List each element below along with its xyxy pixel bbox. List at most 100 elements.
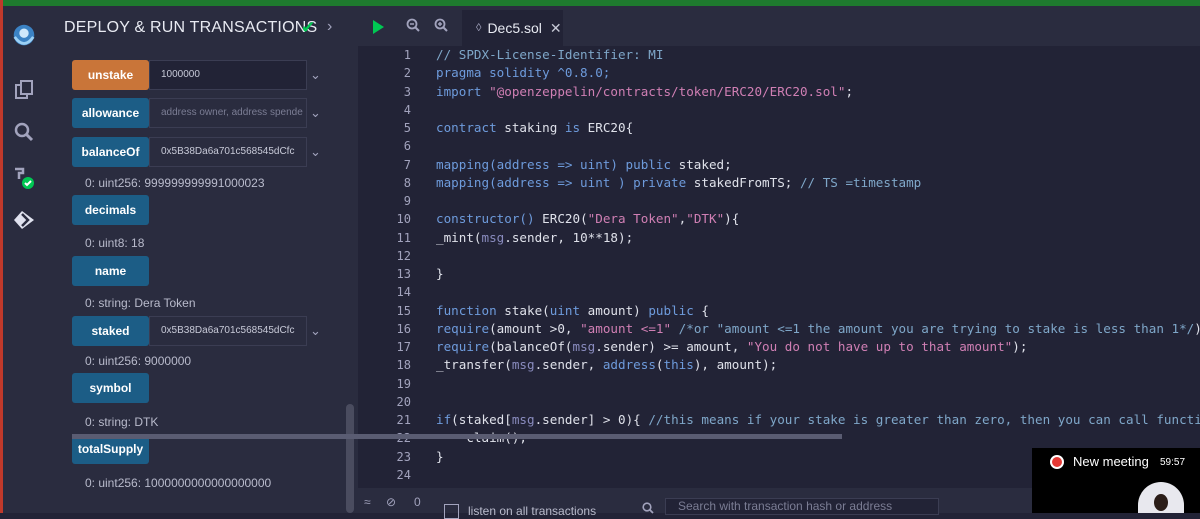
tab-dec5-sol[interactable]: ◊ Dec5.sol ✕ xyxy=(462,10,563,46)
code-token: require xyxy=(436,339,490,354)
chevron-down-icon[interactable]: ⌄ xyxy=(310,105,326,121)
code-line[interactable]: 20 xyxy=(358,393,1200,411)
code-token: msg xyxy=(481,229,505,245)
decimals-button[interactable]: decimals xyxy=(72,195,149,225)
line-number: 8 xyxy=(403,175,411,190)
code-token: // SPDX-License-Identifier: MI xyxy=(436,47,664,62)
totalsupply-output: 0: uint256: 1000000000000000000 xyxy=(85,476,272,490)
code-line[interactable]: 8 mapping(address => uint ) private stake… xyxy=(358,174,1200,192)
code-line[interactable]: 14 xyxy=(358,283,1200,301)
code-text: function stake(uint amount) public { xyxy=(436,302,709,320)
record-icon xyxy=(1050,455,1064,469)
code-line[interactable]: 4 xyxy=(358,101,1200,119)
code-line[interactable]: 18 _transfer(msg.sender, address(this), a… xyxy=(358,356,1200,374)
code-token: public xyxy=(648,302,702,318)
balanceof-output: 0: uint256: 999999999991000023 xyxy=(85,176,265,190)
line-number: 13 xyxy=(396,267,411,281)
code-line[interactable]: 21 if(staked[msg.sender] > 0){ //this mea… xyxy=(358,411,1200,429)
code-token: ; xyxy=(845,83,854,99)
code-token: "You do not have up to that amount" xyxy=(746,339,1013,354)
code-line[interactable]: 3 import "@openzeppelin/contracts/token/E… xyxy=(358,83,1200,101)
line-number: 3 xyxy=(403,84,411,99)
code-text: } xyxy=(436,448,444,466)
code-text: mapping(address => uint ) private staked… xyxy=(436,174,921,192)
staked-input[interactable]: 0x5B38Da6a701c568545dCfc xyxy=(149,316,307,346)
search-icon[interactable] xyxy=(10,118,38,146)
code-line[interactable]: 13} xyxy=(358,265,1200,283)
line-number: 21 xyxy=(396,413,411,427)
editor-horizontal-scrollbar[interactable] xyxy=(72,434,842,439)
code-line[interactable]: 17 require(balanceOf(msg.sender) >= amoun… xyxy=(358,338,1200,356)
file-explorer-icon[interactable] xyxy=(10,76,38,104)
code-text: // SPDX-License-Identifier: MI xyxy=(436,46,663,64)
code-line[interactable]: 15 function stake(uint amount) public { xyxy=(358,302,1200,320)
code-line[interactable]: 16 require(amount >0, "amount <=1" /*or "… xyxy=(358,320,1200,338)
code-text: constructor() ERC20("Dera Token","DTK"){ xyxy=(436,210,739,228)
name-button[interactable]: name xyxy=(72,256,149,286)
code-token: ERC20( xyxy=(542,211,588,227)
tx-search-input[interactable]: Search with transaction hash or address xyxy=(665,498,939,515)
code-token: .sender, xyxy=(534,357,603,373)
avatar-head xyxy=(1154,494,1168,511)
code-line[interactable]: 11 _mint(msg.sender, 10**18); xyxy=(358,229,1200,247)
listen-checkbox[interactable] xyxy=(444,504,459,519)
search-icon xyxy=(642,502,654,517)
code-line[interactable]: 12 xyxy=(358,247,1200,265)
chevron-down-icon[interactable]: ⌄ xyxy=(310,67,326,83)
code-token: (staked[ xyxy=(451,412,512,427)
chevron-right-icon[interactable]: › xyxy=(327,18,332,36)
line-number: 4 xyxy=(403,102,411,117)
balanceof-button[interactable]: balanceOf xyxy=(72,137,149,167)
meeting-label: New meeting xyxy=(1073,454,1149,469)
code-editor[interactable]: 1 // SPDX-License-Identifier: MI 2 pragma s… xyxy=(358,46,1200,484)
deploy-run-icon[interactable] xyxy=(10,206,38,234)
code-token: mapping(address => uint ) private xyxy=(436,174,694,190)
meeting-timer: 59:57 xyxy=(1160,457,1186,468)
panel-scrollbar[interactable] xyxy=(346,404,354,513)
allowance-button[interactable]: allowance xyxy=(72,98,149,128)
code-line[interactable]: 2 pragma solidity ^0.8.0; xyxy=(358,64,1200,82)
staked-button[interactable]: staked xyxy=(72,316,149,346)
code-token: .sender) >= amount, xyxy=(595,339,747,354)
symbol-button[interactable]: symbol xyxy=(72,373,149,403)
unstake-button[interactable]: unstake xyxy=(72,60,149,90)
chevron-down-icon[interactable]: ⌄ xyxy=(310,323,326,339)
allowance-input[interactable]: address owner, address spende xyxy=(149,98,307,128)
close-icon[interactable]: ✕ xyxy=(550,20,562,37)
chevron-down-icon[interactable]: ⌄ xyxy=(310,144,326,160)
code-line[interactable]: 1 // SPDX-License-Identifier: MI xyxy=(358,46,1200,64)
code-line[interactable]: 6 xyxy=(358,137,1200,155)
meeting-widget[interactable]: New meeting 59:57 xyxy=(1032,448,1200,513)
code-token: is xyxy=(564,120,588,135)
code-text: _transfer(msg.sender, address(this), amo… xyxy=(436,356,777,374)
code-line[interactable]: 7 mapping(address => uint) public staked; xyxy=(358,156,1200,174)
code-token: address xyxy=(602,357,656,373)
collapse-icon[interactable]: ≈ xyxy=(364,495,371,509)
code-token: _transfer( xyxy=(436,357,512,373)
line-number: 18 xyxy=(396,358,411,373)
line-number: 11 xyxy=(396,230,411,245)
run-play-icon[interactable] xyxy=(373,20,384,34)
code-token: pragma solidity ^0.8.0; xyxy=(436,65,611,81)
unstake-input[interactable]: 1000000 xyxy=(149,60,307,90)
clear-icon[interactable]: ⊘ xyxy=(386,495,396,509)
code-token: ){ xyxy=(724,211,740,227)
code-line[interactable]: 19 xyxy=(358,375,1200,393)
remix-logo-icon[interactable] xyxy=(10,22,38,50)
name-output: 0: string: Dera Token xyxy=(85,296,196,310)
zoom-out-icon[interactable] xyxy=(406,18,420,35)
line-number: 2 xyxy=(403,66,411,81)
check-icon: ✔ xyxy=(301,18,316,37)
code-token: ), amount); xyxy=(693,357,778,373)
zoom-in-icon[interactable] xyxy=(434,18,448,35)
solidity-compiler-icon[interactable] xyxy=(10,164,38,192)
code-line[interactable]: 9 xyxy=(358,192,1200,210)
code-line[interactable]: 5 contract staking is ERC20{ xyxy=(358,119,1200,137)
code-token: ); xyxy=(1194,321,1200,336)
listen-label: listen on all transactions xyxy=(468,504,597,518)
code-token: staked; xyxy=(678,156,732,172)
code-line[interactable]: 10 constructor() ERC20("Dera Token","DTK"… xyxy=(358,210,1200,228)
balanceof-input[interactable]: 0x5B38Da6a701c568545dCfc xyxy=(149,137,307,167)
code-token: stake( xyxy=(504,302,550,318)
